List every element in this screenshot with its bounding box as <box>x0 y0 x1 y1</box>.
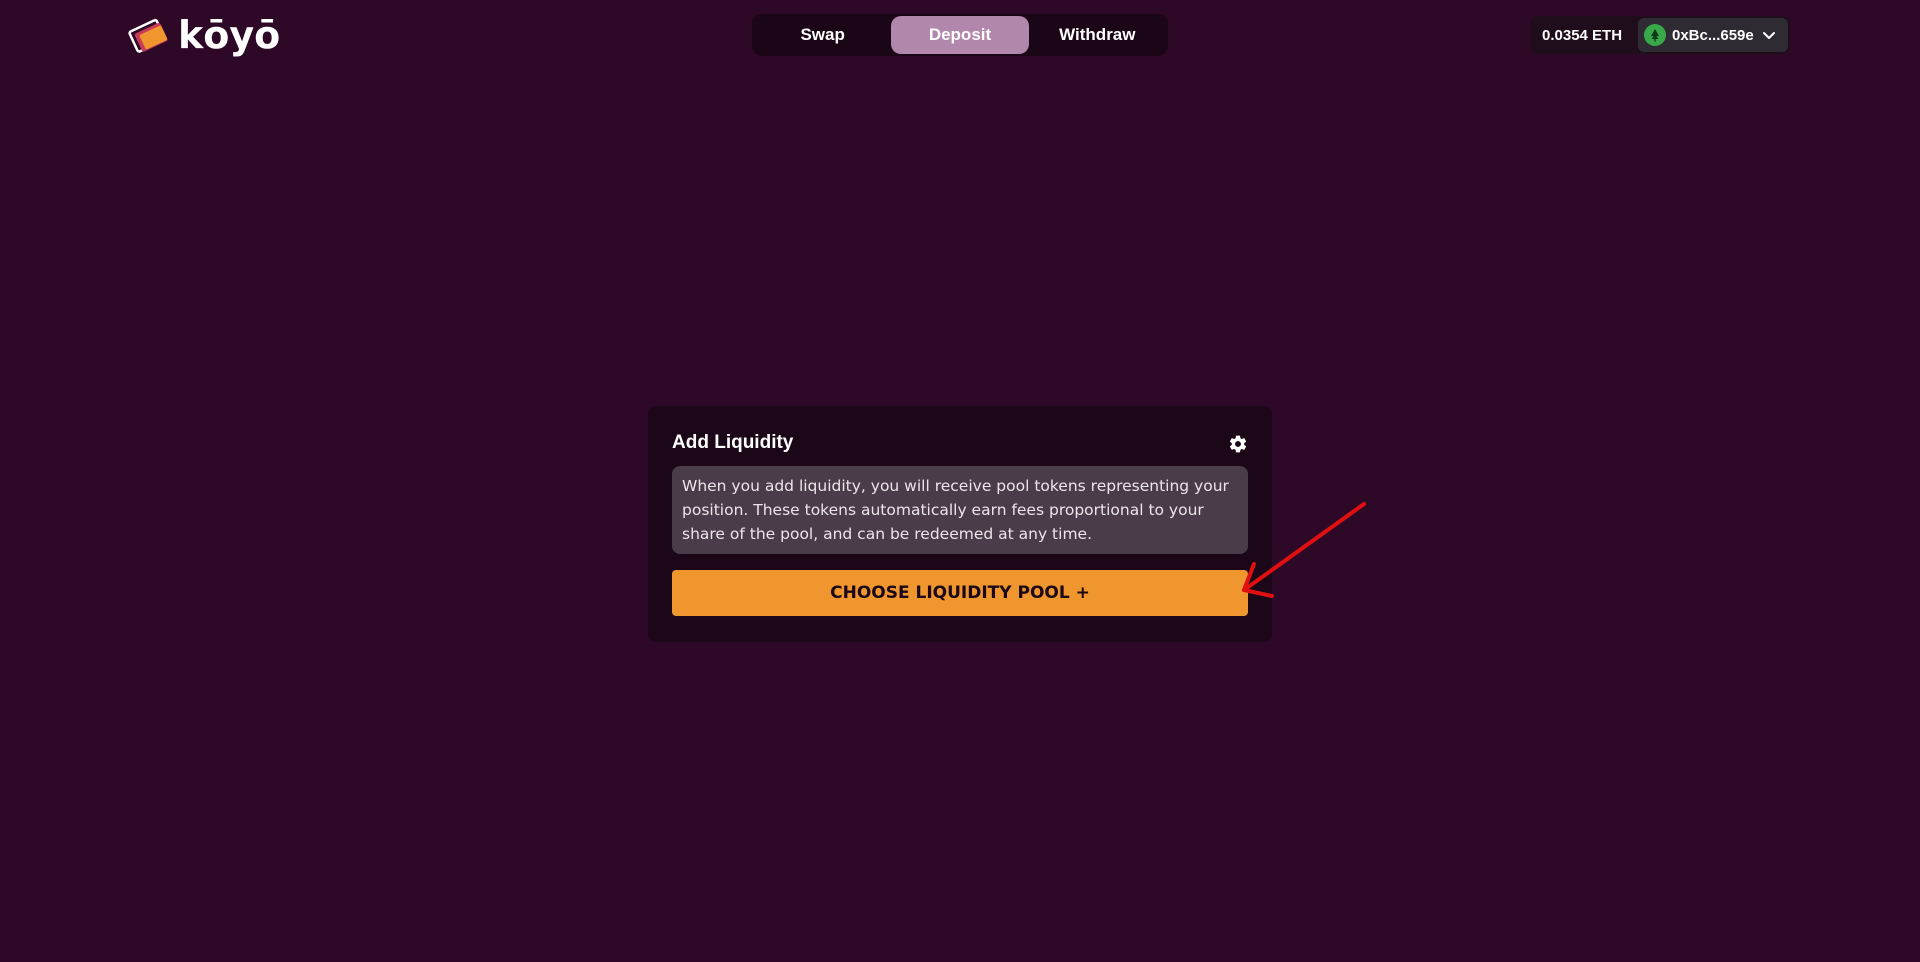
wallet-widget: 0.0354 ETH 0xBc...659e <box>1530 16 1790 54</box>
add-liquidity-card: Add Liquidity When you add liquidity, yo… <box>648 406 1272 642</box>
liquidity-info-text: When you add liquidity, you will receive… <box>672 466 1248 554</box>
tab-swap[interactable]: Swap <box>754 16 891 54</box>
tree-icon <box>1651 29 1659 42</box>
gear-icon[interactable] <box>1228 434 1248 454</box>
brand-name: kōyō <box>178 13 281 57</box>
tab-withdraw[interactable]: Withdraw <box>1029 16 1166 54</box>
wallet-address: 0xBc...659e <box>1672 26 1754 44</box>
eth-balance: 0.0354 ETH <box>1542 26 1623 44</box>
tab-deposit[interactable]: Deposit <box>891 16 1029 54</box>
koyo-logo-icon <box>128 18 168 53</box>
choose-liquidity-pool-button[interactable]: CHOOSE LIQUIDITY POOL + <box>672 570 1248 616</box>
app-root: kōyō Swap Deposit Withdraw 0.0354 ETH 0x… <box>0 0 1920 962</box>
account-avatar <box>1644 24 1666 46</box>
main-nav-tabs: Swap Deposit Withdraw <box>752 14 1168 56</box>
brand-logo[interactable]: kōyō <box>126 12 280 58</box>
account-button[interactable]: 0xBc...659e <box>1638 18 1788 52</box>
chevron-down-icon <box>1762 32 1775 39</box>
annotation-arrow-icon <box>1242 502 1366 598</box>
card-title: Add Liquidity <box>672 432 794 453</box>
